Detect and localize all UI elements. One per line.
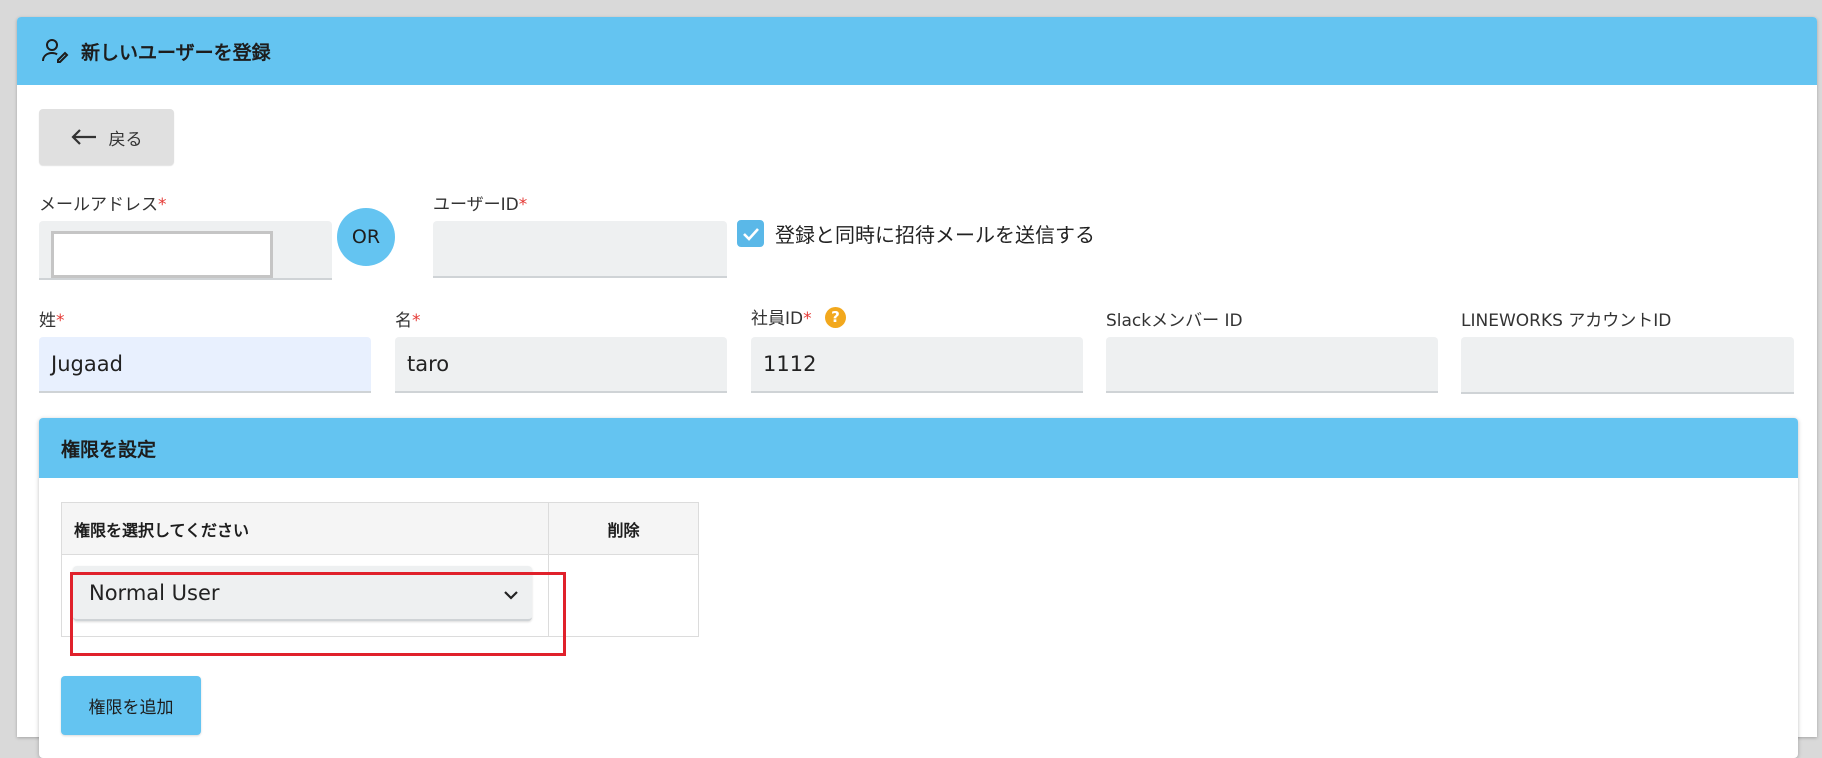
back-button-label: 戻る xyxy=(108,129,143,150)
first-name-field[interactable]: taro xyxy=(395,337,727,393)
back-button[interactable]: 戻る xyxy=(39,109,174,165)
permission-delete-header: 削除 xyxy=(548,502,699,555)
role-select-value: Normal User xyxy=(89,580,220,605)
first-name-label: 名* xyxy=(395,311,421,331)
permission-delete-cell xyxy=(548,554,699,637)
lineworks-id-label: LINEWORKS アカウントID xyxy=(1461,311,1672,331)
user-id-label: ユーザーID* xyxy=(433,195,528,215)
employee-id-label: 社員ID* ? xyxy=(751,304,847,330)
email-label: メールアドレス* xyxy=(39,195,167,215)
permissions-card: 権限を設定 権限を選択してください 削除 Normal User 権限を追加 xyxy=(39,418,1798,758)
send-invite-label[interactable]: 登録と同時に招待メールを送信する xyxy=(775,219,1095,248)
employee-id-field[interactable]: 1112 xyxy=(751,337,1083,393)
email-input[interactable] xyxy=(51,231,273,278)
email-field[interactable] xyxy=(39,221,332,280)
permission-select-header: 権限を選択してください xyxy=(61,502,549,555)
role-select[interactable]: Normal User xyxy=(73,566,532,621)
add-permission-button[interactable]: 権限を追加 xyxy=(61,676,201,735)
last-name-label: 姓* xyxy=(39,311,65,331)
arrow-left-icon xyxy=(70,128,97,146)
check-icon xyxy=(742,227,759,241)
slack-id-field[interactable] xyxy=(1106,337,1438,393)
user-edit-icon xyxy=(41,36,71,66)
permissions-header: 権限を設定 xyxy=(39,418,1798,478)
lineworks-id-field[interactable] xyxy=(1461,337,1794,394)
chevron-down-icon xyxy=(504,581,518,605)
card-header: 新しいユーザーを登録 xyxy=(17,17,1817,85)
page-title: 新しいユーザーを登録 xyxy=(81,41,271,64)
help-icon[interactable]: ? xyxy=(825,306,847,328)
user-id-field[interactable] xyxy=(433,221,727,278)
send-invite-checkbox[interactable] xyxy=(737,220,764,247)
last-name-field[interactable]: Jugaad xyxy=(39,337,371,393)
or-badge: OR xyxy=(337,208,395,266)
slack-id-label: Slackメンバー ID xyxy=(1106,311,1243,331)
